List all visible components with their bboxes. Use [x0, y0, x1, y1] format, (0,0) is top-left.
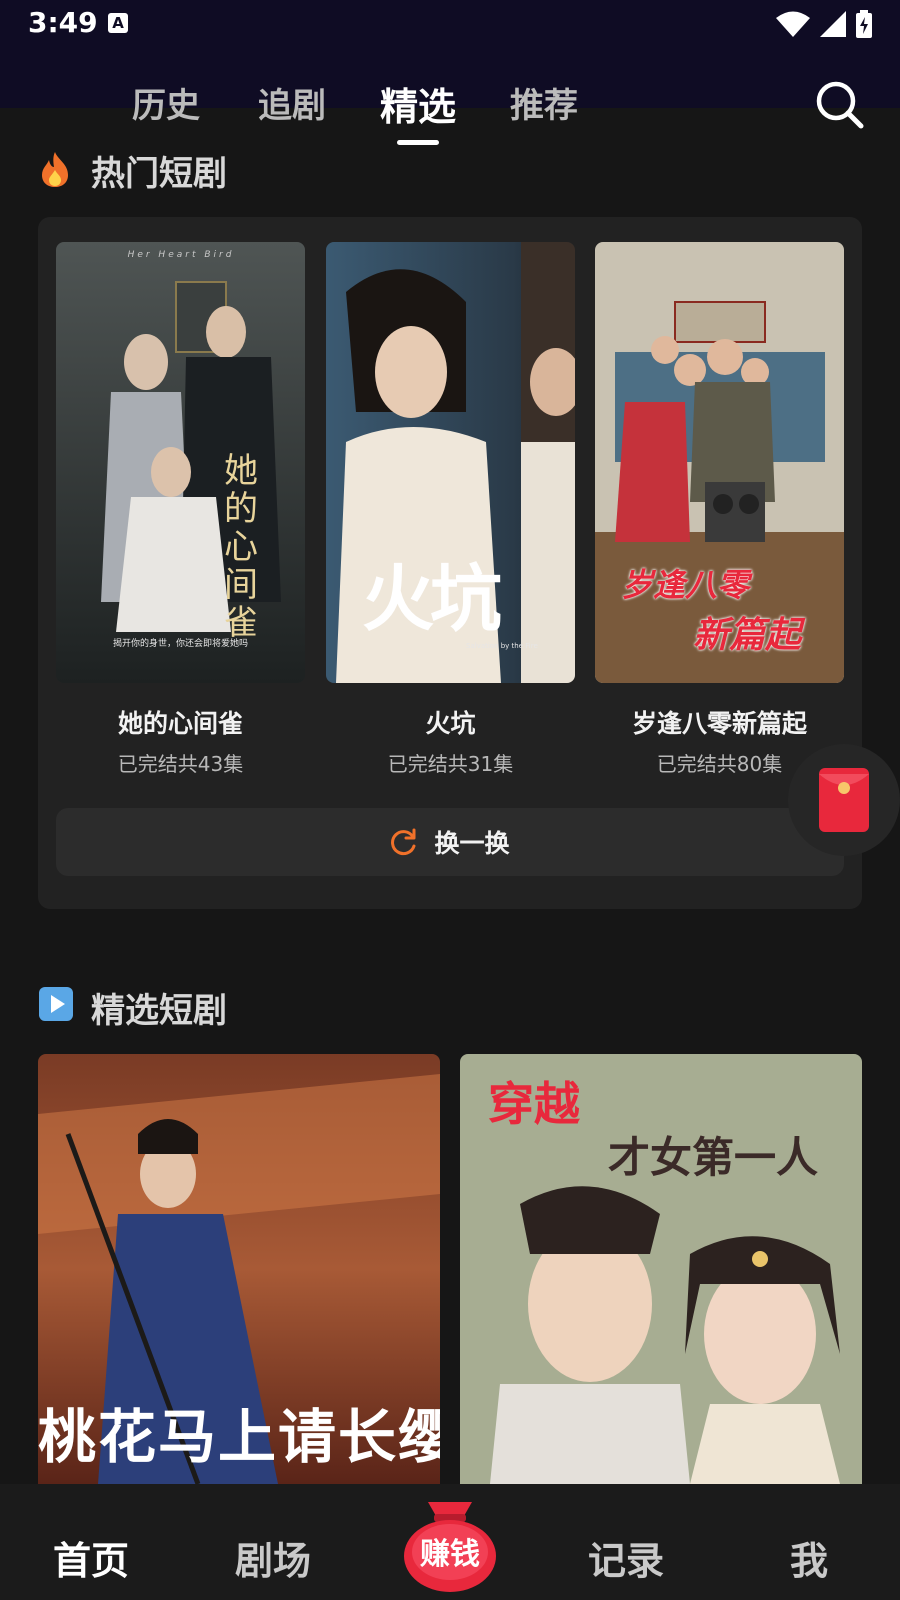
tab-selected[interactable]: 精选	[380, 76, 456, 131]
poster-2-title-art: 火坑	[362, 556, 502, 641]
featured-section-title: 精选短剧	[91, 991, 227, 1031]
battery-icon	[856, 10, 872, 38]
featured-poster-2-title-art-line1: 穿越	[488, 1077, 580, 1131]
fire-icon	[42, 152, 68, 187]
red-envelope-icon	[819, 768, 869, 832]
poster-3-title-art-line1: 岁逢八零	[621, 566, 750, 604]
status-time: 3:49	[28, 6, 98, 39]
featured-poster-2-title-art-line2: 才女第一人	[608, 1133, 819, 1182]
refresh-icon	[391, 828, 416, 856]
drama-poster-1[interactable]: 她的心间雀 Her Heart Bird 揭开你的身世，你还会即将爱她吗	[56, 242, 305, 683]
status-icons	[776, 10, 872, 38]
tab-recommend[interactable]: 推荐	[510, 78, 578, 127]
nav-me[interactable]: 我	[790, 1530, 828, 1585]
active-tab-indicator	[397, 140, 439, 145]
top-tabs: 历史 追剧 精选 推荐	[0, 78, 900, 148]
featured-poster-1[interactable]: 桃花马上请长缨	[38, 1054, 440, 1484]
poster-3-title-art-line2: 新篇起	[693, 615, 802, 656]
wifi-icon	[776, 11, 810, 37]
nav-earn-money[interactable]: 赚钱	[400, 1496, 500, 1594]
nav-theater[interactable]: 剧场	[235, 1530, 311, 1585]
search-icon	[816, 81, 864, 129]
cell-signal-icon	[820, 11, 846, 37]
nav-earn-label: 赚钱	[420, 1537, 480, 1572]
play-icon	[39, 987, 73, 1021]
featured-poster-1-title-art: 桃花马上请长缨	[38, 1403, 440, 1471]
poster-2-tagline: Salvation by the Fire	[466, 642, 538, 650]
nav-home[interactable]: 首页	[53, 1530, 129, 1585]
drama-poster-2[interactable]: 火坑 Salvation by the Fire	[326, 242, 575, 683]
poster-1-title-art: 她的心间雀	[224, 451, 258, 643]
status-bar: 3:49 A	[0, 0, 900, 48]
tab-following[interactable]: 追剧	[258, 78, 326, 127]
tab-history[interactable]: 历史	[132, 78, 200, 127]
search-button[interactable]	[815, 80, 865, 130]
notification-a-icon: A	[108, 13, 128, 33]
hot-section-title: 热门短剧	[91, 154, 227, 194]
drama-title-1[interactable]: 她的心间雀	[56, 704, 305, 740]
drama-poster-3[interactable]: 岁逢八零 新篇起	[595, 242, 844, 683]
red-packet-float-button[interactable]	[788, 744, 900, 856]
refresh-label: 换一换	[434, 829, 510, 858]
poster-1-caption: 揭开你的身世，你还会即将爱她吗	[112, 639, 248, 649]
refresh-button[interactable]: 换一换	[56, 808, 844, 876]
poster-1-tagline: Her Heart Bird	[127, 250, 235, 260]
drama-status-1: 已完结共43集	[117, 752, 244, 776]
nav-history-record[interactable]: 记录	[588, 1530, 664, 1585]
drama-title-2[interactable]: 火坑	[326, 704, 575, 740]
drama-title-3[interactable]: 岁逢八零新篇起	[595, 704, 844, 740]
featured-poster-2[interactable]: 穿越 才女第一人	[460, 1054, 862, 1484]
drama-status-2: 已完结共31集	[387, 752, 514, 776]
